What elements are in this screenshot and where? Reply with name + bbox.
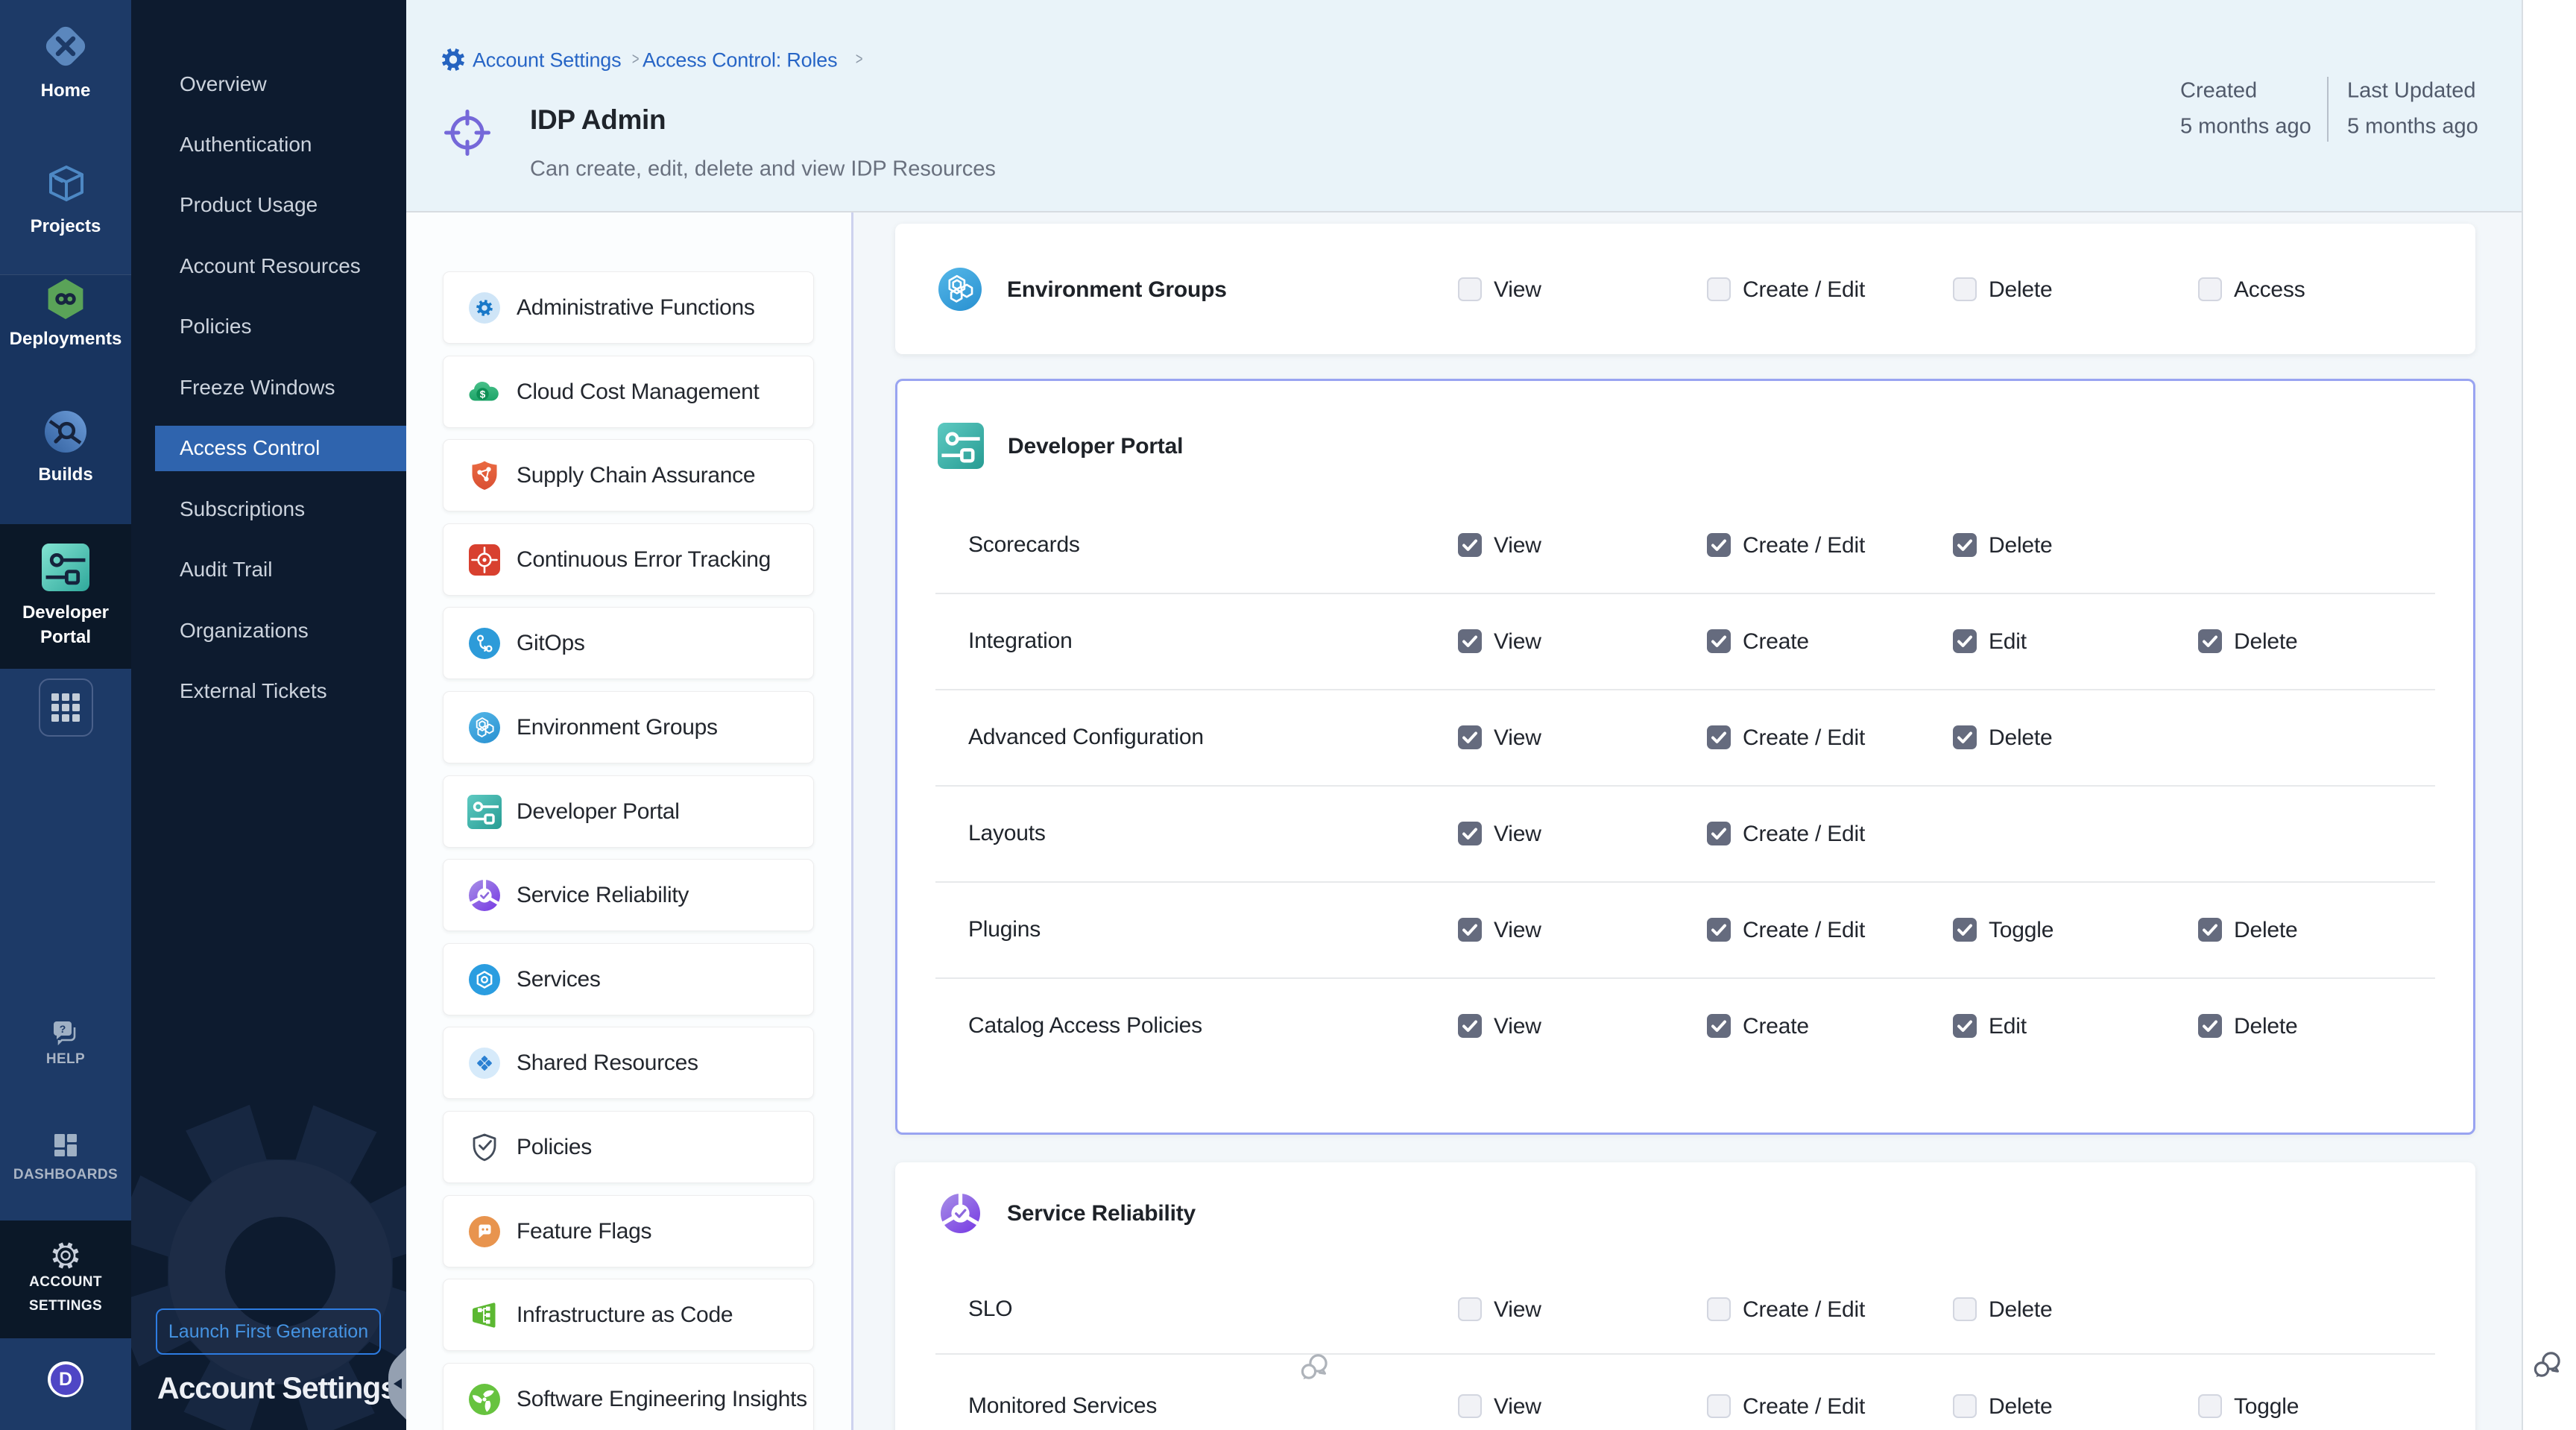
svg-text:$: $ bbox=[480, 388, 486, 400]
svg-text:?: ? bbox=[60, 1023, 66, 1035]
